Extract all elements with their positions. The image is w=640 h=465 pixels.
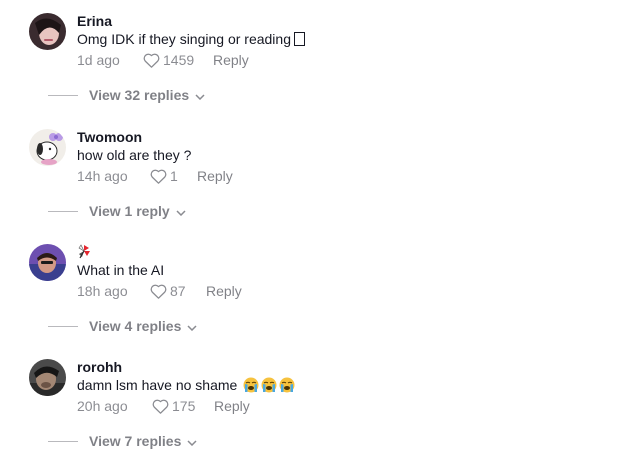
comment-username[interactable]: rorohh <box>77 359 577 376</box>
comment-timestamp: 1d ago <box>77 52 120 68</box>
reply-button[interactable]: Reply <box>197 168 233 184</box>
like-count: 1 <box>170 168 178 184</box>
avatar[interactable] <box>29 129 66 166</box>
chevron-down-icon <box>176 203 186 219</box>
divider-line <box>48 210 78 212</box>
reply-button[interactable]: Reply <box>206 283 242 299</box>
view-replies-label: View 32 replies <box>89 87 190 103</box>
chevron-down-icon <box>187 433 197 449</box>
comment-timestamp: 18h ago <box>77 283 128 299</box>
heart-outline-icon <box>150 284 167 299</box>
heart-outline-icon <box>152 399 169 414</box>
comment-text: What in the AI <box>77 262 165 278</box>
view-replies-label: View 7 replies <box>89 433 182 449</box>
like-count: 87 <box>170 283 186 299</box>
view-replies-button[interactable]: View 32 replies <box>48 87 205 103</box>
view-replies-button[interactable]: View 4 replies <box>48 318 197 334</box>
like-button[interactable]: 1 <box>150 168 197 184</box>
comment-username[interactable]: Twomoon <box>77 129 577 146</box>
divider-line <box>48 94 78 96</box>
pinwheel-emoji-icon <box>77 244 91 263</box>
reply-button[interactable]: Reply <box>214 398 250 414</box>
loudly-crying-face-emoji-icon <box>261 377 277 393</box>
comment-timestamp: 14h ago <box>77 168 128 184</box>
loudly-crying-face-emoji-icon <box>243 377 259 393</box>
avatar[interactable] <box>29 13 66 50</box>
comment-text: Omg IDK if they singing or reading <box>77 31 577 48</box>
chevron-down-icon <box>187 318 197 334</box>
reply-button[interactable]: Reply <box>213 52 249 68</box>
avatar[interactable] <box>29 359 66 396</box>
like-button[interactable]: 87 <box>150 283 206 299</box>
comment-username[interactable]: Erina <box>77 13 577 30</box>
comment-text: how old are they ? <box>77 147 192 163</box>
like-count: 1459 <box>163 52 195 68</box>
view-replies-label: View 4 replies <box>89 318 182 334</box>
divider-line <box>48 440 78 442</box>
replacement-glyph-icon <box>294 32 305 46</box>
divider-line <box>48 325 78 327</box>
comment-text: damn lsm have no shame <box>77 377 577 394</box>
heart-outline-icon <box>143 53 160 68</box>
chevron-down-icon <box>195 87 205 103</box>
comment-timestamp: 20h ago <box>77 398 128 414</box>
avatar[interactable] <box>29 244 66 281</box>
comment-username[interactable] <box>77 244 577 261</box>
like-button[interactable]: 1459 <box>143 52 213 68</box>
view-replies-button[interactable]: View 1 reply <box>48 203 186 219</box>
view-replies-label: View 1 reply <box>89 203 170 219</box>
loudly-crying-face-emoji-icon <box>279 377 295 393</box>
like-button[interactable]: 175 <box>152 398 214 414</box>
like-count: 175 <box>172 398 196 414</box>
heart-outline-icon <box>150 169 167 184</box>
view-replies-button[interactable]: View 7 replies <box>48 433 197 449</box>
